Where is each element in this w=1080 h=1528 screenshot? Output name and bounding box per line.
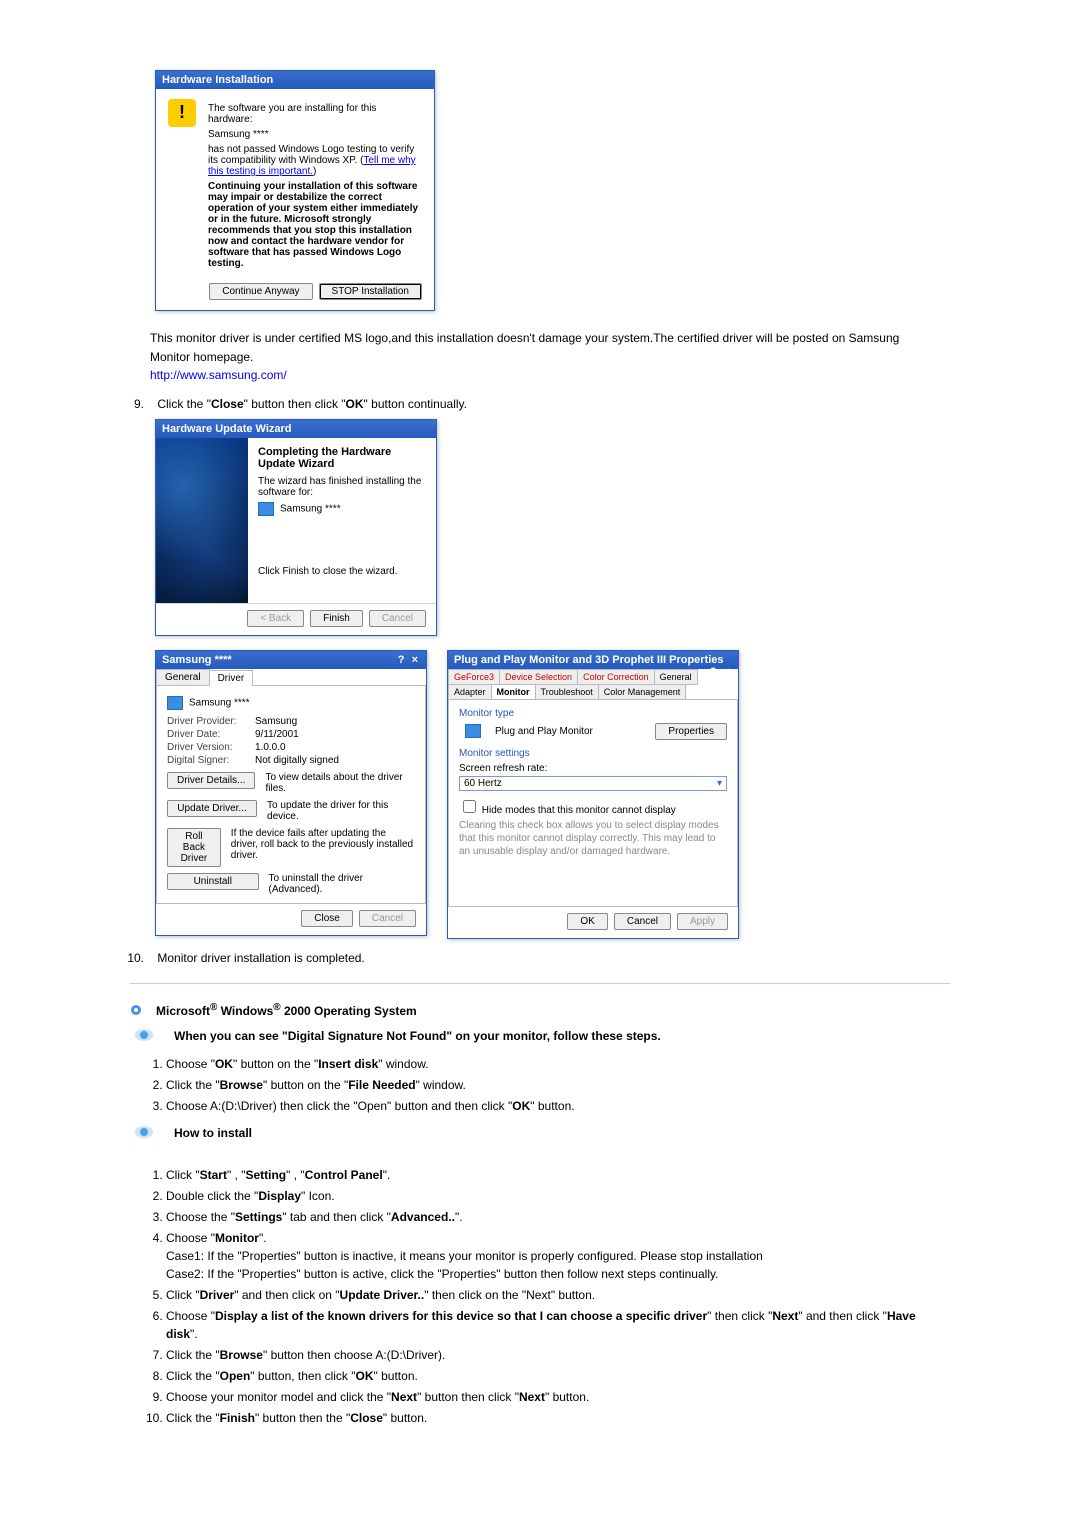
device-name: Samsung **** xyxy=(189,697,250,708)
hardware-update-wizard-dialog: Hardware Update Wizard Completing the Ha… xyxy=(155,419,437,636)
update-driver-button[interactable]: Update Driver... xyxy=(167,800,257,817)
monitor-icon xyxy=(465,724,481,738)
continue-anyway-button[interactable]: Continue Anyway xyxy=(209,283,312,300)
cancel-button[interactable]: Cancel xyxy=(614,913,671,930)
list-item: Click the "Open" button, then click "OK"… xyxy=(166,1367,950,1385)
list-item: Choose your monitor model and click the … xyxy=(166,1388,950,1406)
refresh-rate-label: Screen refresh rate: xyxy=(459,763,727,774)
apply-button: Apply xyxy=(677,913,728,930)
text-line: The software you are installing for this… xyxy=(208,103,422,125)
tab-device-selection[interactable]: Device Selection xyxy=(499,669,578,685)
wizard-main: Completing the Hardware Update Wizard Th… xyxy=(248,438,436,603)
subheading-text: When you can see "Digital Signature Not … xyxy=(174,1029,661,1043)
separator xyxy=(130,983,950,984)
wizard-subtext: The wizard has finished installing the s… xyxy=(258,476,426,498)
warning-icon xyxy=(168,99,196,127)
list-item: Click "Driver" and then click on "Update… xyxy=(166,1286,950,1304)
list-item: Choose "Display a list of the known driv… xyxy=(166,1307,950,1343)
driver-properties-dialog: Samsung ****? × General Driver Samsung *… xyxy=(155,650,427,936)
hide-modes-label: Hide modes that this monitor cannot disp… xyxy=(482,805,676,816)
wizard-hint: Click Finish to close the wizard. xyxy=(258,566,426,577)
list-item: Click the "Finish" button then the "Clos… xyxy=(166,1409,950,1427)
list-item: Click "Start" , "Setting" , "Control Pan… xyxy=(166,1166,950,1184)
finish-button[interactable]: Finish xyxy=(310,610,363,627)
bullet-icon xyxy=(130,1004,142,1016)
list-item: Choose "OK" button on the "Insert disk" … xyxy=(166,1055,950,1073)
wizard-side-graphic xyxy=(156,438,248,603)
list-item: Choose A:(D:\Driver) then click the "Ope… xyxy=(166,1097,950,1115)
tab-driver[interactable]: Driver xyxy=(209,670,254,686)
driver-details-button[interactable]: Driver Details... xyxy=(167,772,255,789)
tab-adapter[interactable]: Adapter xyxy=(448,684,492,700)
dialog-title: Hardware Installation xyxy=(156,71,434,89)
step-orb-icon xyxy=(134,1028,154,1045)
dialog-body: The software you are installing for this… xyxy=(208,99,422,273)
list-item: Click the "Browse" button then choose A:… xyxy=(166,1346,950,1364)
hardware-installation-dialog: Hardware Installation The software you a… xyxy=(155,70,435,311)
cancel-button: Cancel xyxy=(369,610,426,627)
list-item: Double click the "Display" Icon. xyxy=(166,1187,950,1205)
tab-strip: GeForce3 Device Selection Color Correcti… xyxy=(448,669,710,699)
dialog-title: Hardware Update Wizard xyxy=(156,420,436,438)
refresh-rate-select[interactable]: 60 Hertz▾ xyxy=(459,776,727,791)
group-label: Monitor settings xyxy=(459,748,727,759)
device-name: Samsung **** xyxy=(280,503,341,514)
help-close-icon[interactable]: ? × xyxy=(710,666,732,678)
uninstall-button[interactable]: Uninstall xyxy=(167,873,259,890)
step-9: 9. Click the "Close" button then click "… xyxy=(122,397,950,411)
note-paragraph: This monitor driver is under certified M… xyxy=(150,329,930,385)
roll-back-driver-button[interactable]: Roll Back Driver xyxy=(167,828,221,867)
chevron-down-icon: ▾ xyxy=(717,778,722,789)
steps-list-a: Choose "OK" button on the "Insert disk" … xyxy=(130,1055,950,1115)
monitor-icon xyxy=(258,502,274,516)
ok-button[interactable]: OK xyxy=(567,913,607,930)
section-heading: Microsoft® Windows® 2000 Operating Syste… xyxy=(130,1002,950,1018)
tab-geforce[interactable]: GeForce3 xyxy=(448,669,500,685)
properties-button[interactable]: Properties xyxy=(655,723,727,740)
warning-note: Clearing this check box allows you to se… xyxy=(459,819,727,858)
cancel-button: Cancel xyxy=(359,910,416,927)
help-close-icon[interactable]: ? × xyxy=(398,654,420,666)
document-page: Hardware Installation The software you a… xyxy=(0,0,1080,1491)
tab-monitor[interactable]: Monitor xyxy=(491,684,536,700)
list-item: Choose "Monitor".Case1: If the "Properti… xyxy=(166,1229,950,1283)
list-item: Choose the "Settings" tab and then click… xyxy=(166,1208,950,1226)
text-line: has not passed Windows Logo testing to v… xyxy=(208,144,422,177)
subheading-text: How to install xyxy=(174,1126,252,1140)
tab-general[interactable]: General xyxy=(156,669,210,685)
monitor-icon xyxy=(167,696,183,710)
tab-strip: General Driver xyxy=(156,669,426,685)
warning-text: Continuing your installation of this sof… xyxy=(208,181,422,269)
stop-installation-button[interactable]: STOP Installation xyxy=(319,283,422,300)
group-label: Monitor type xyxy=(459,708,727,719)
back-button: < Back xyxy=(247,610,304,627)
step-orb-icon xyxy=(134,1125,154,1142)
dialog-title: Plug and Play Monitor and 3D Prophet III… xyxy=(448,651,738,669)
heading-text: Microsoft® Windows® 2000 Operating Syste… xyxy=(156,1002,417,1018)
tab-general[interactable]: General xyxy=(654,669,698,685)
list-item: Click the "Browse" button on the "File N… xyxy=(166,1076,950,1094)
steps-list-b: Click "Start" , "Setting" , "Control Pan… xyxy=(130,1166,950,1427)
tab-color-correction[interactable]: Color Correction xyxy=(577,669,655,685)
monitor-type-value: Plug and Play Monitor xyxy=(495,726,593,737)
samsung-link[interactable]: http://www.samsung.com/ xyxy=(150,368,287,382)
tab-color-management[interactable]: Color Management xyxy=(598,684,687,700)
device-name: Samsung **** xyxy=(208,129,422,140)
sub-section: How to install xyxy=(134,1125,950,1142)
dialog-title: Samsung ****? × xyxy=(156,651,426,669)
sub-section: When you can see "Digital Signature Not … xyxy=(134,1028,950,1045)
close-button[interactable]: Close xyxy=(301,910,353,927)
step-10: 10. Monitor driver installation is compl… xyxy=(122,951,950,965)
hide-modes-checkbox[interactable] xyxy=(463,800,476,813)
tab-troubleshoot[interactable]: Troubleshoot xyxy=(535,684,599,700)
monitor-properties-dialog: Plug and Play Monitor and 3D Prophet III… xyxy=(447,650,739,939)
wizard-heading: Completing the Hardware Update Wizard xyxy=(258,446,426,470)
